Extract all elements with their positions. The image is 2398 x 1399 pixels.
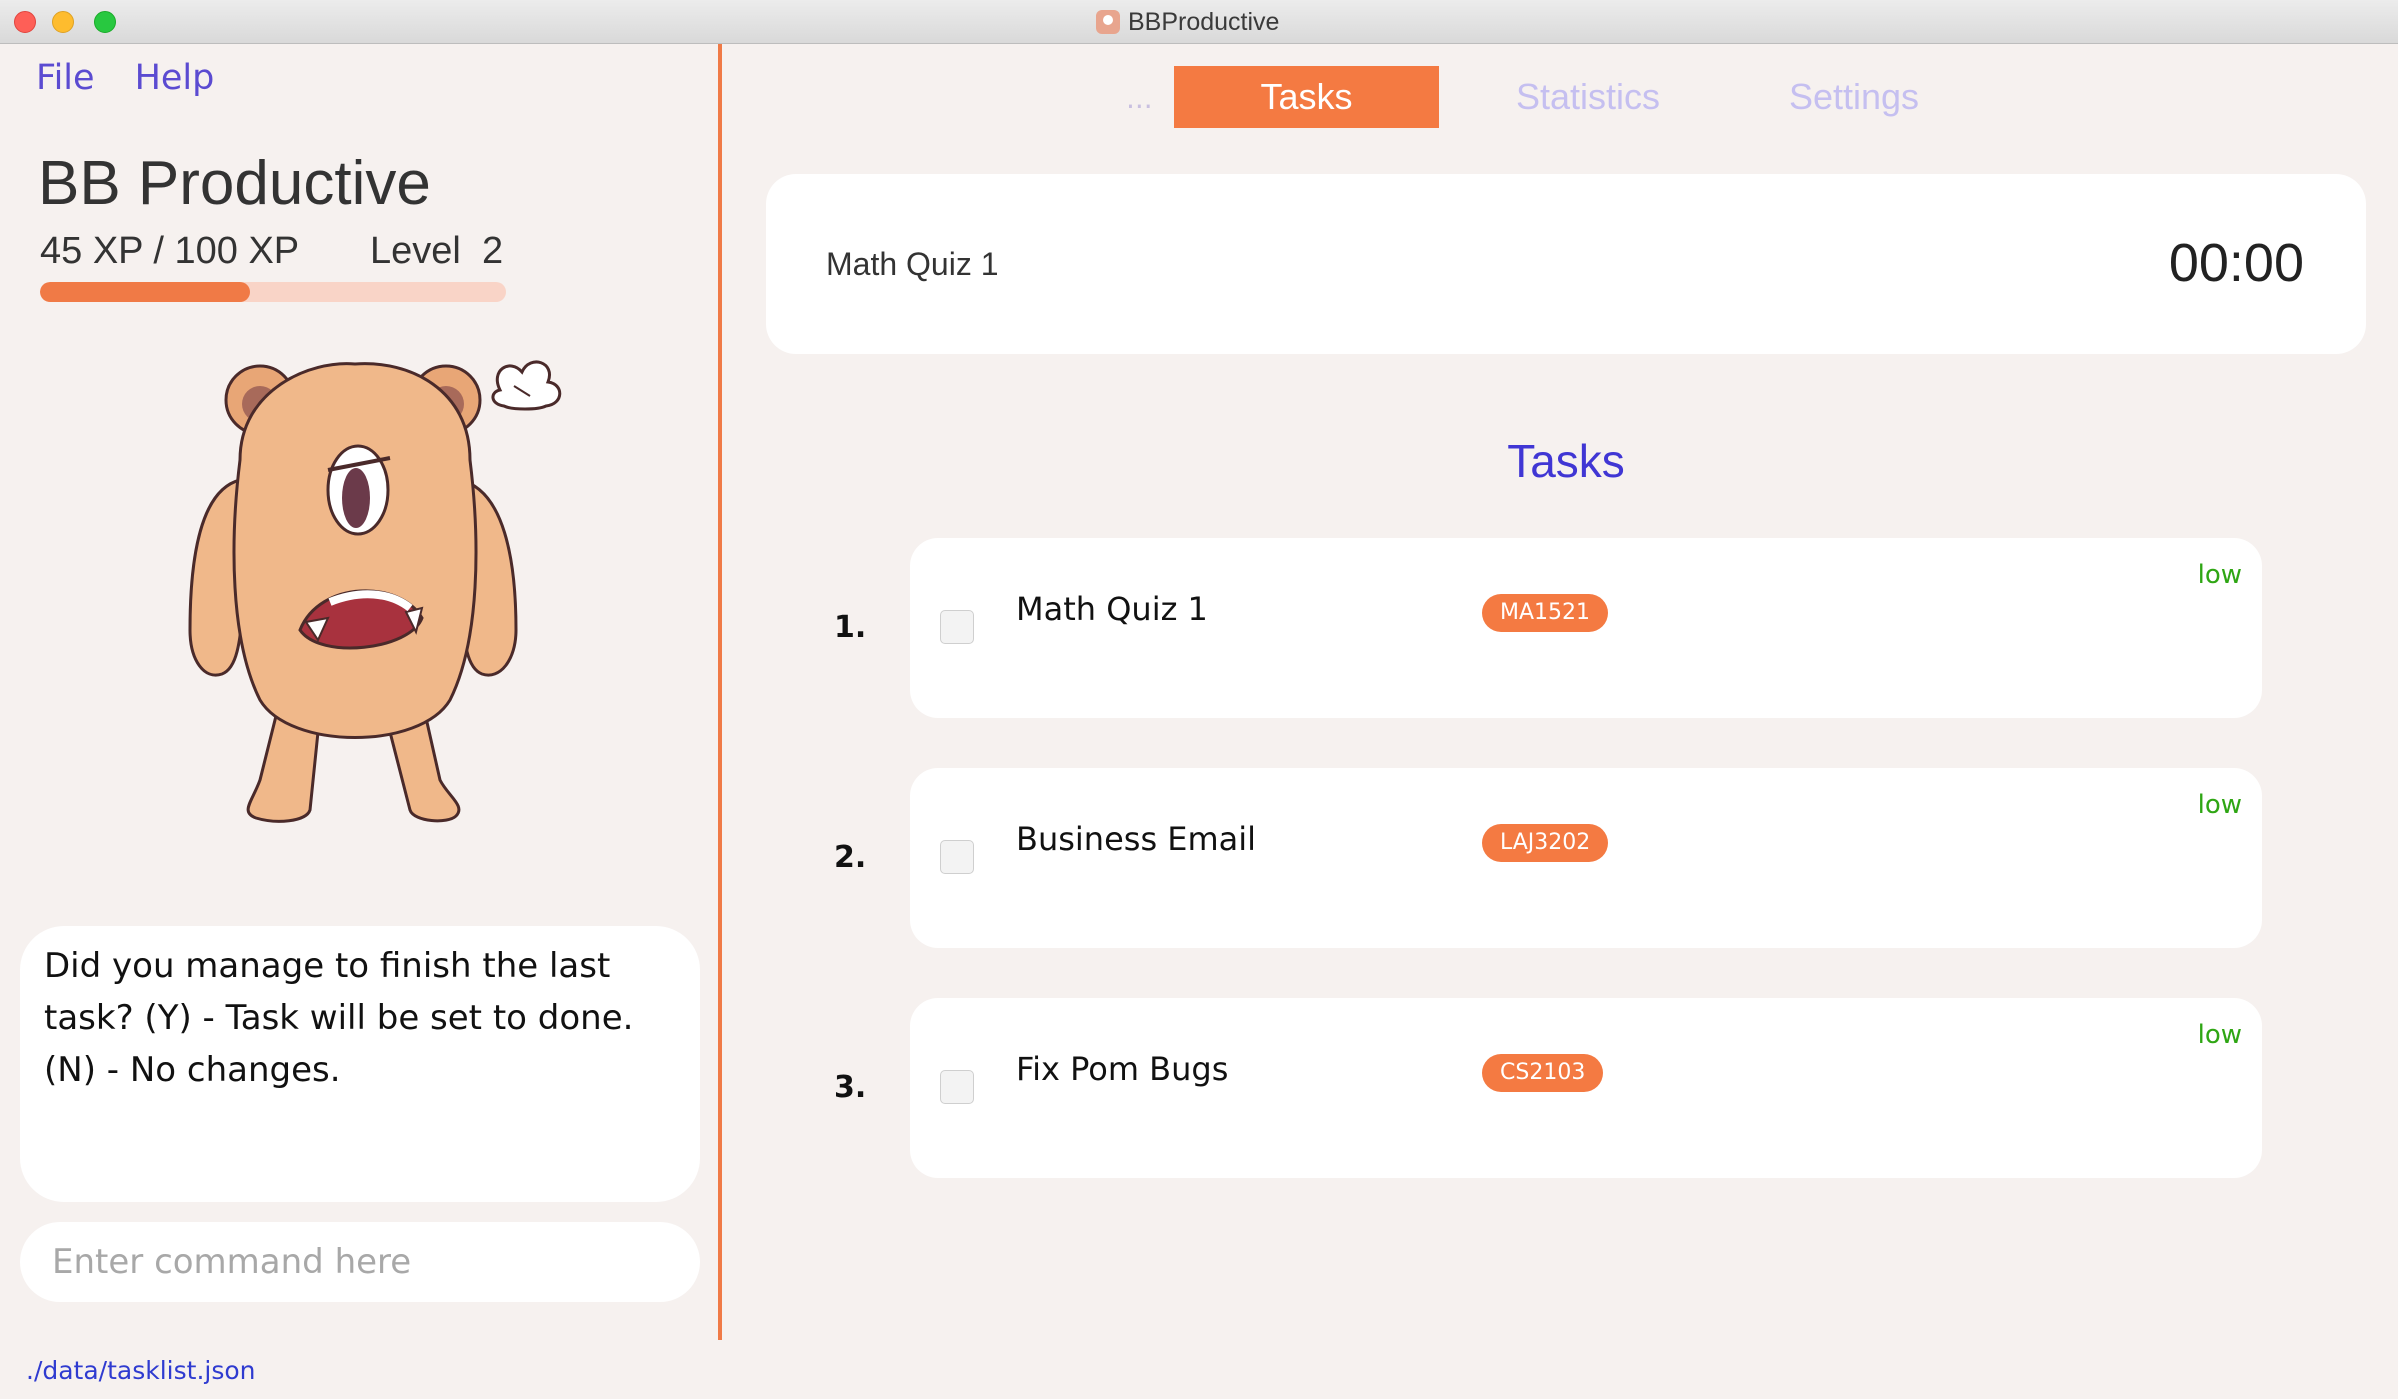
- close-window-button[interactable]: [14, 11, 36, 33]
- xp-text: 45 XP / 100 XP: [40, 230, 300, 272]
- task-tag: CS2103: [1482, 1054, 1604, 1092]
- speech-bubble: Did you manage to finish the last task? …: [20, 926, 700, 1202]
- tab-tasks[interactable]: Tasks: [1174, 66, 1439, 128]
- tab-overflow[interactable]: ...: [1126, 82, 1153, 115]
- command-input[interactable]: [20, 1222, 700, 1302]
- tasks-heading: Tasks: [1507, 435, 1625, 487]
- window-title-text: BBProductive: [1128, 7, 1280, 36]
- task-card[interactable]: Business Email LAJ3202 low: [910, 768, 2262, 948]
- menu-file[interactable]: File: [36, 58, 95, 98]
- task-card[interactable]: Fix Pom Bugs CS2103 low: [910, 998, 2262, 1178]
- panel-divider: [718, 44, 722, 1340]
- timer-value: 00:00: [2168, 233, 2304, 293]
- tab-settings[interactable]: Settings: [1754, 66, 1954, 128]
- task-name: Fix Pom Bugs: [1016, 1050, 1229, 1088]
- task-row: 3. Fix Pom Bugs CS2103 low: [820, 998, 2270, 1178]
- xp-progress-bar: [40, 282, 506, 302]
- xp-progress-fill: [40, 282, 250, 302]
- task-index: 1.: [834, 610, 867, 645]
- menu-help[interactable]: Help: [135, 58, 215, 98]
- task-index: 3.: [834, 1070, 867, 1105]
- timer-card: Math Quiz 1 00:00: [766, 174, 2366, 354]
- task-priority: low: [2197, 560, 2242, 590]
- task-tag: MA1521: [1482, 594, 1609, 632]
- task-tag: LAJ3202: [1482, 824, 1609, 862]
- timer-task-name: Math Quiz 1: [826, 246, 999, 282]
- app-icon: [1096, 10, 1120, 34]
- level-label: Level: [370, 230, 461, 272]
- level-value: 2: [482, 230, 504, 272]
- task-priority: low: [2197, 1020, 2242, 1050]
- task-checkbox[interactable]: [940, 1070, 974, 1104]
- zoom-window-button[interactable]: [94, 11, 116, 33]
- task-name: Math Quiz 1: [1016, 590, 1208, 628]
- menu-bar: File Help: [36, 58, 214, 98]
- task-card[interactable]: Math Quiz 1 MA1521 low: [910, 538, 2262, 718]
- task-row: 1. Math Quiz 1 MA1521 low: [820, 538, 2270, 718]
- task-index: 2.: [834, 840, 867, 875]
- app-name: BB Productive: [38, 149, 431, 218]
- tab-bar: ... Tasks Statistics Settings: [740, 60, 2380, 140]
- title-bar: BBProductive: [0, 0, 2398, 44]
- angry-monster-mascot-icon: [188, 360, 562, 823]
- speech-text: Did you manage to finish the last task? …: [44, 946, 634, 1090]
- task-row: 2. Business Email LAJ3202 low: [820, 768, 2270, 948]
- tab-statistics[interactable]: Statistics: [1488, 66, 1688, 128]
- minimize-window-button[interactable]: [52, 11, 74, 33]
- task-priority: low: [2197, 790, 2242, 820]
- task-checkbox[interactable]: [940, 840, 974, 874]
- window-title: BBProductive: [1096, 8, 1279, 36]
- status-file-path: ./data/tasklist.json: [26, 1356, 256, 1385]
- task-checkbox[interactable]: [940, 610, 974, 644]
- task-name: Business Email: [1016, 820, 1257, 858]
